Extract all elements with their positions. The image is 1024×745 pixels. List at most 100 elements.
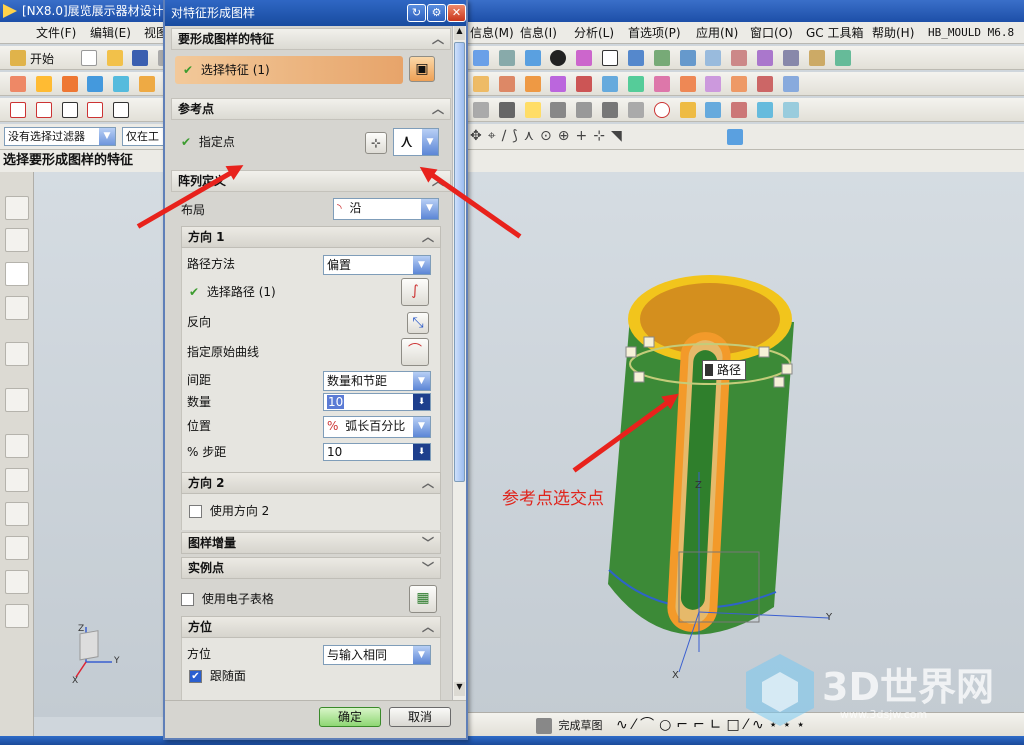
color-icon[interactable] (498, 102, 515, 118)
menu-preferences[interactable]: 首选项(P) (620, 24, 689, 41)
start-icon[interactable] (10, 50, 26, 66)
face-icon[interactable] (679, 50, 696, 66)
align-icon[interactable] (576, 102, 593, 118)
point-dialog-button[interactable]: ⊹ (365, 132, 387, 154)
rectangle-icon[interactable] (61, 102, 78, 118)
menu-application[interactable]: 应用(N) (688, 24, 746, 41)
mould-icon[interactable] (757, 50, 774, 66)
chamfer-icon[interactable] (627, 76, 644, 92)
block-icon[interactable] (87, 76, 104, 92)
boss-icon[interactable] (524, 76, 541, 92)
snap-cube-icon[interactable] (727, 129, 743, 145)
line-icon[interactable] (10, 102, 26, 118)
resource-process-studio-icon[interactable] (5, 536, 29, 560)
text-icon[interactable] (113, 102, 130, 118)
origin-curve-button[interactable]: ⌒ (401, 338, 429, 366)
reverse-direction-button[interactable]: ⤡ (407, 312, 429, 334)
spinner-down-icon[interactable]: ⬇ (413, 394, 430, 410)
measure-icon[interactable] (679, 102, 696, 118)
direction-1-header[interactable]: 方向 1 ︿ (181, 226, 441, 248)
resource-reuse-library-icon[interactable] (5, 296, 29, 320)
scroll-thumb[interactable] (454, 42, 465, 482)
hole-icon[interactable] (498, 76, 515, 92)
menu-analysis[interactable]: 分析(L) (566, 24, 622, 41)
use-direction-2-row[interactable]: 使用方向 2 (189, 501, 269, 521)
cube-icon[interactable] (524, 50, 541, 66)
menu-hb-mould[interactable]: HB_MOULD M6.8 (920, 26, 1022, 39)
step-input[interactable]: 10 ⬇ (323, 443, 431, 461)
trim-icon[interactable] (731, 76, 748, 92)
reset-icon[interactable]: ↻ (407, 4, 426, 22)
pattern-icon[interactable] (679, 76, 696, 92)
pocket-icon[interactable] (550, 76, 567, 92)
use-direction-2-checkbox[interactable] (189, 505, 202, 518)
shaded-icon[interactable] (498, 50, 515, 66)
tool3-icon[interactable] (808, 50, 825, 66)
resource-clock-icon[interactable] (5, 434, 29, 458)
extrude-icon[interactable] (35, 76, 52, 92)
use-spreadsheet-checkbox[interactable] (181, 593, 194, 606)
person-icon[interactable] (550, 102, 567, 118)
snap-point-icons[interactable]: ✥⌖∕⟆⋏⊙⊕+⊹◥ (470, 128, 628, 144)
gear-icon[interactable]: ⚙ (427, 4, 446, 22)
box-icon[interactable] (602, 50, 619, 66)
menu-help[interactable]: 帮助(H) (864, 24, 922, 41)
select-feature-button[interactable]: ▣ (409, 56, 435, 82)
section-features[interactable]: 要形成图样的特征 ︿ (171, 28, 451, 50)
selection-filter-select[interactable]: 没有选择过滤器 ▼ (4, 127, 116, 146)
resource-part-navigator-icon[interactable] (5, 262, 29, 286)
select-feature-row[interactable]: ✔ 选择特征 (1) (175, 56, 403, 84)
count-input[interactable]: 10 ⬇ (323, 393, 431, 411)
resource-web-browser-icon[interactable] (5, 342, 29, 366)
display-icon[interactable] (576, 50, 593, 66)
dialog-scrollbar[interactable]: ▲ ▼ (452, 26, 466, 700)
mirror-icon[interactable] (705, 76, 722, 92)
instance-points-header[interactable]: 实例点 ﹀ (181, 557, 441, 579)
open-icon[interactable] (106, 50, 123, 66)
select-path-row[interactable]: ✔ 选择路径 (1) (189, 282, 276, 302)
pattern-increment-header[interactable]: 图样增量 ﹀ (181, 532, 441, 554)
sketch-task-icon[interactable] (536, 718, 552, 734)
use-spreadsheet-row[interactable]: 使用电子表格 (181, 589, 274, 609)
menu-file[interactable]: 文件(F) (28, 24, 84, 41)
position-select[interactable]: % 弧长百分比 ▼ (323, 416, 431, 438)
select-icon[interactable] (524, 102, 541, 118)
grid-icon[interactable] (627, 102, 644, 118)
resource-system-materials-icon[interactable] (5, 502, 29, 526)
revolve-icon[interactable] (61, 76, 78, 92)
point-type-select[interactable]: ⋏ ▼ (393, 128, 439, 156)
tool4-icon[interactable] (834, 50, 851, 66)
move-icon[interactable] (602, 102, 619, 118)
save-icon[interactable] (132, 50, 149, 66)
cylinder-icon[interactable] (113, 76, 130, 92)
spreadsheet-button[interactable]: ▦ (409, 585, 437, 613)
orientation-header[interactable]: 方位 ︿ (181, 616, 441, 638)
assembly-icon[interactable] (705, 102, 722, 118)
resource-history-icon[interactable] (5, 388, 29, 412)
polyline-icon[interactable] (87, 102, 104, 118)
menu-window[interactable]: 窗口(O) (742, 24, 801, 41)
render-icon[interactable] (550, 50, 567, 66)
sheet-icon[interactable] (705, 50, 722, 66)
unite-icon[interactable] (757, 76, 774, 92)
selection-scope-select[interactable]: 仅在工 (122, 127, 164, 146)
menu-gc-toolbox[interactable]: GC 工具箱 (798, 24, 872, 41)
scroll-down-icon[interactable]: ▼ (454, 682, 465, 696)
explode-icon[interactable] (782, 102, 799, 118)
dim-icon[interactable] (473, 102, 489, 118)
direction-2-header[interactable]: 方向 2 ︿ (181, 472, 441, 494)
cancel-button[interactable]: 取消 (389, 707, 451, 727)
menu-info[interactable]: 信息(I) (512, 24, 565, 41)
shell-icon[interactable] (653, 76, 670, 92)
select-path-button[interactable]: ∫ (401, 278, 429, 306)
scroll-up-icon[interactable]: ▲ (454, 26, 465, 40)
tool2-icon[interactable] (782, 50, 799, 66)
tool-icon[interactable] (627, 50, 644, 66)
no-icon[interactable] (653, 102, 670, 118)
surface-icon[interactable] (731, 50, 748, 66)
spinner-down-icon[interactable]: ⬇ (413, 444, 430, 460)
component-icon[interactable] (757, 102, 774, 118)
orientation-select[interactable]: 与输入相同 ▼ (323, 645, 431, 665)
resource-palette-icon[interactable] (5, 468, 29, 492)
resource-assembly-navigator-icon[interactable] (5, 196, 29, 220)
